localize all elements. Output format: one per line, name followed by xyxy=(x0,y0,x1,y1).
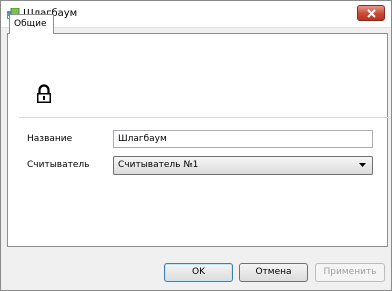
padlock-icon xyxy=(37,84,51,103)
chevron-down-icon xyxy=(359,163,366,167)
title-bar[interactable]: Шлагбаум xyxy=(1,1,391,28)
reader-select[interactable]: Считыватель №1 xyxy=(113,156,373,175)
reader-select-value: Считыватель №1 xyxy=(118,160,199,170)
tab-general-label: Общие xyxy=(14,19,47,29)
close-button[interactable] xyxy=(357,5,385,21)
cancel-button[interactable]: Отмена xyxy=(239,263,308,282)
apply-button[interactable]: Применить xyxy=(315,263,385,282)
separator xyxy=(19,117,389,118)
name-label: Название xyxy=(27,134,73,144)
reader-label: Считыватель xyxy=(27,160,90,170)
dialog-window: Шлагбаум Общие Название Шлагбаум Считыва… xyxy=(0,0,392,291)
close-icon xyxy=(367,9,376,18)
tab-general[interactable]: Общие xyxy=(9,14,54,34)
name-input[interactable]: Шлагбаум xyxy=(113,130,373,148)
ok-button[interactable]: OK xyxy=(164,263,233,282)
